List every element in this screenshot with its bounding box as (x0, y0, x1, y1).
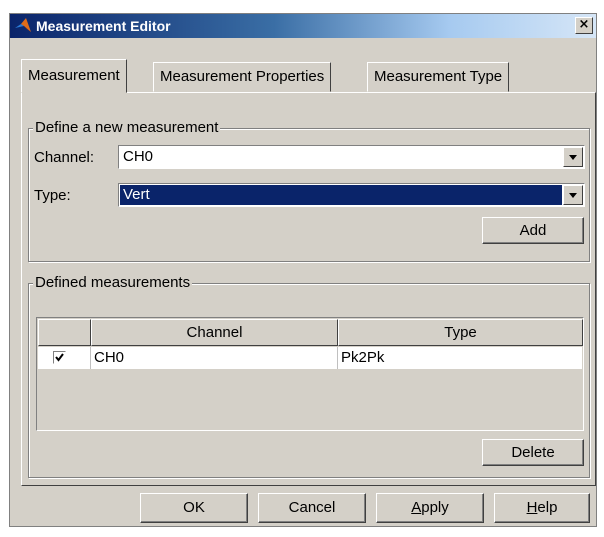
tab-measurement-type[interactable]: Measurement Type (367, 62, 510, 92)
delete-button[interactable]: Delete (482, 439, 584, 466)
channel-dropdown[interactable]: CH0 (118, 145, 585, 169)
channel-value: CH0 (123, 148, 154, 165)
group-legend: Define a new measurement (33, 119, 221, 137)
title-bar[interactable]: Measurement Editor × (10, 14, 596, 38)
help-button-label: Help (526, 499, 558, 516)
type-label: Type: (34, 187, 71, 204)
delete-button-label: Delete (511, 444, 555, 461)
type-dropdown[interactable]: Vert (118, 183, 585, 207)
row-check-cell (38, 347, 91, 369)
tab-label: Measurement Properties (160, 68, 325, 85)
row-checkbox[interactable] (53, 351, 66, 364)
ok-button-label: OK (183, 499, 205, 516)
row-type-cell: Pk2Pk (341, 349, 385, 366)
ok-button[interactable]: OK (140, 493, 248, 523)
add-button[interactable]: Add (482, 217, 584, 244)
channel-label: Channel: (34, 149, 95, 166)
tab-label: Measurement (28, 67, 120, 84)
tab-measurement[interactable]: Measurement (21, 59, 127, 93)
cancel-button-label: Cancel (288, 499, 336, 516)
chevron-down-icon[interactable] (563, 147, 583, 167)
check-icon (55, 353, 64, 362)
measurement-editor-window: Measurement Editor × Measurement Measure… (9, 13, 597, 527)
chevron-down-icon[interactable] (563, 185, 583, 205)
tab-label: Measurement Type (374, 68, 503, 85)
group-legend: Defined measurements (33, 274, 193, 292)
row-channel-cell: CH0 (91, 347, 338, 369)
window-title: Measurement Editor (36, 18, 171, 34)
column-header-channel[interactable]: Channel (91, 319, 338, 346)
column-header-check[interactable] (38, 319, 91, 346)
help-button[interactable]: Help (494, 493, 590, 523)
type-value: Vert (120, 185, 562, 205)
add-button-label: Add (519, 222, 547, 239)
tab-measurement-properties[interactable]: Measurement Properties (153, 62, 332, 92)
table-row[interactable]: CH0 Pk2Pk (38, 347, 582, 369)
measurements-table: Channel Type CH0 Pk2Pk (36, 317, 584, 431)
column-header-type[interactable]: Type (338, 319, 583, 346)
matlab-logo-icon (14, 17, 32, 35)
apply-button[interactable]: Apply (376, 493, 484, 523)
cancel-button[interactable]: Cancel (258, 493, 366, 523)
close-button[interactable]: × (575, 17, 593, 34)
apply-button-label: Apply (411, 499, 449, 516)
close-icon: × (578, 17, 590, 32)
